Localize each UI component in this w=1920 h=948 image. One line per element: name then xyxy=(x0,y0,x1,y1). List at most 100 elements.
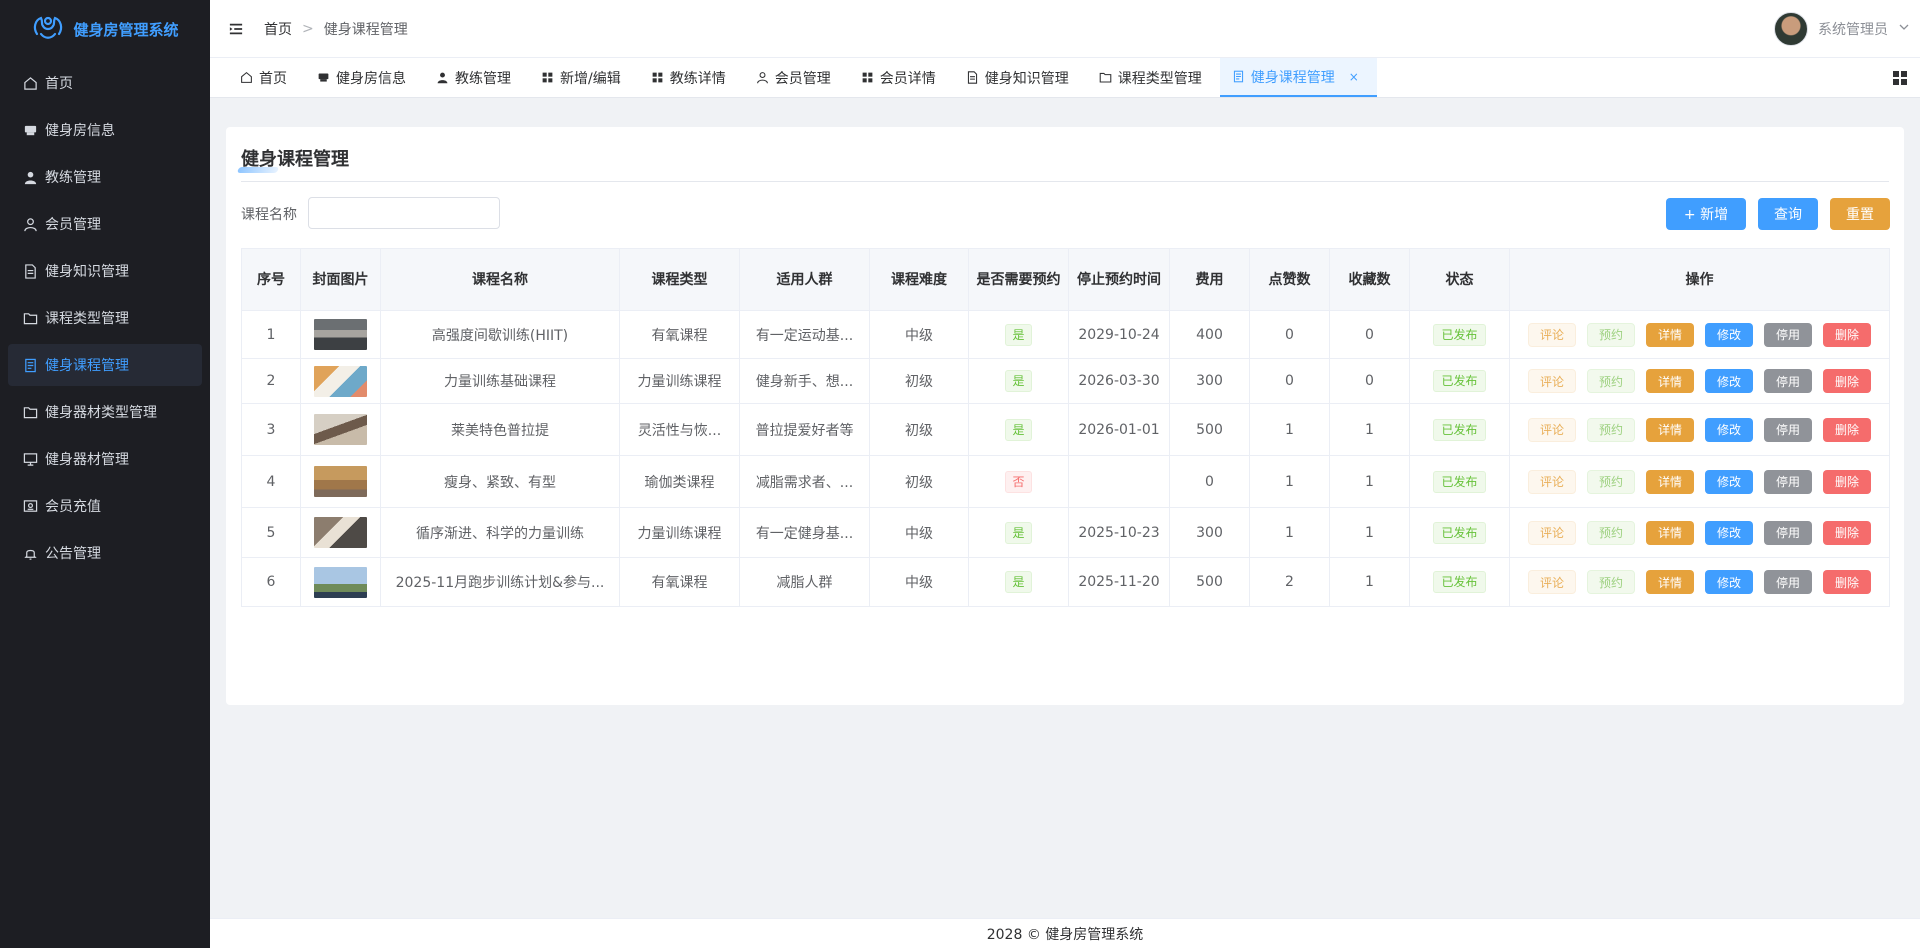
tab-4[interactable]: 教练详情 xyxy=(639,58,744,97)
cover-image[interactable] xyxy=(314,566,367,598)
booking-button[interactable]: 预约 xyxy=(1587,322,1635,347)
sidebar-item-7[interactable]: 健身器材类型管理 xyxy=(8,391,202,433)
query-button[interactable]: 查询 xyxy=(1758,198,1818,230)
comment-button[interactable]: 评论 xyxy=(1528,322,1576,347)
cell-actions: 评论 预约 详情 修改 停用 删除 xyxy=(1509,507,1890,558)
comment-button[interactable]: 评论 xyxy=(1528,570,1576,594)
booking-button[interactable]: 预约 xyxy=(1587,469,1635,494)
column-header: 适用人群 xyxy=(739,248,870,311)
delete-button[interactable]: 删除 xyxy=(1823,520,1871,545)
edit-button[interactable]: 修改 xyxy=(1705,322,1753,347)
table-row[interactable]: 5 循序渐进、科学的力量训练 力量训练课程 有一定健身基... 中级 是 2025-10-2… xyxy=(241,507,1890,558)
sidebar-item-9[interactable]: 会员充值 xyxy=(8,485,202,527)
sidebar-item-6[interactable]: 健身课程管理 xyxy=(8,344,202,386)
disable-button[interactable]: 停用 xyxy=(1764,520,1812,545)
sidebar-item-8[interactable]: 健身器材管理 xyxy=(8,438,202,480)
user-menu[interactable]: 系统管理员 xyxy=(1774,12,1910,46)
disable-button[interactable]: 停用 xyxy=(1764,570,1812,594)
document-icon xyxy=(22,263,38,279)
edit-button[interactable]: 修改 xyxy=(1705,369,1753,393)
tab-1[interactable]: 健身房信息 xyxy=(305,58,424,97)
delete-button[interactable]: 删除 xyxy=(1823,570,1871,594)
table-row[interactable]: 3 莱美特色普拉提 灵活性与恢... 普拉提爱好者等 初级是 2026-01-01 500 1… xyxy=(241,403,1890,456)
tab-5[interactable]: 会员管理 xyxy=(744,58,849,97)
grid-menu-icon[interactable] xyxy=(1892,70,1908,86)
booking-button[interactable]: 预约 xyxy=(1587,417,1635,442)
booking-button[interactable]: 预约 xyxy=(1587,520,1635,545)
tab-label: 首页 xyxy=(259,70,287,87)
delete-button[interactable]: 删除 xyxy=(1823,322,1871,347)
comment-button[interactable]: 评论 xyxy=(1528,520,1576,545)
sidebar-item-10[interactable]: 公告管理 xyxy=(8,532,202,574)
table-row[interactable]: 2 力量训练基础课程 力量训练课程 健身新手、想... 初级 是 2026-03-30 300… xyxy=(241,358,1890,404)
column-header: 课程类型 xyxy=(619,248,740,311)
add-button[interactable]: + 新增 xyxy=(1666,198,1746,230)
course-name-input[interactable] xyxy=(308,197,500,229)
detail-button[interactable]: 详情 xyxy=(1646,322,1694,347)
collapse-menu-icon[interactable] xyxy=(226,19,246,39)
tab-7[interactable]: 健身知识管理 xyxy=(954,58,1087,97)
tab-2[interactable]: 教练管理 xyxy=(424,58,529,97)
cover-image[interactable] xyxy=(314,365,367,397)
edit-button[interactable]: 修改 xyxy=(1705,417,1753,442)
cell-likes: 1 xyxy=(1249,507,1330,558)
cell-deadline: 2026-03-30 xyxy=(1068,358,1170,404)
cover-image[interactable] xyxy=(314,517,367,548)
folder-icon xyxy=(22,404,38,420)
close-icon[interactable]: × xyxy=(1349,70,1359,84)
footer-text: 2028 © 健身房管理系统 xyxy=(986,926,1144,943)
detail-button[interactable]: 详情 xyxy=(1646,570,1694,594)
user-name[interactable]: 系统管理员 xyxy=(1818,19,1888,39)
comment-button[interactable]: 评论 xyxy=(1528,369,1576,393)
tab-8[interactable]: 课程类型管理 xyxy=(1087,58,1220,97)
booking-button[interactable]: 预约 xyxy=(1587,369,1635,393)
sidebar-item-3[interactable]: 会员管理 xyxy=(8,203,202,245)
comment-button[interactable]: 评论 xyxy=(1528,417,1576,442)
comment-button[interactable]: 评论 xyxy=(1528,469,1576,494)
avatar[interactable] xyxy=(1774,12,1808,46)
tab-3[interactable]: 新增/编辑 xyxy=(529,58,639,97)
brand[interactable]: 健身房管理系统 xyxy=(0,0,210,58)
tab-6[interactable]: 会员详情 xyxy=(849,58,954,97)
sidebar-item-1[interactable]: 健身房信息 xyxy=(8,109,202,151)
sidebar-item-label: 健身房信息 xyxy=(45,123,115,139)
cell-cover xyxy=(300,310,381,359)
detail-button[interactable]: 详情 xyxy=(1646,520,1694,545)
tab-9[interactable]: 健身课程管理 × xyxy=(1219,58,1377,97)
detail-button[interactable]: 详情 xyxy=(1646,369,1694,393)
disable-button[interactable]: 停用 xyxy=(1764,369,1812,393)
sidebar-item-4[interactable]: 健身知识管理 xyxy=(8,250,202,292)
cover-image[interactable] xyxy=(314,466,367,497)
bell-icon xyxy=(22,545,38,561)
sidebar-menu: 首页健身房信息教练管理会员管理健身知识管理课程类型管理健身课程管理 健身器材类型管… xyxy=(0,62,210,574)
breadcrumb-home[interactable]: 首页 xyxy=(264,19,292,39)
chevron-down-icon[interactable] xyxy=(1898,21,1910,37)
disable-button[interactable]: 停用 xyxy=(1764,417,1812,442)
delete-button[interactable]: 删除 xyxy=(1823,369,1871,393)
tab-0[interactable]: 首页 xyxy=(228,58,305,97)
sidebar-item-5[interactable]: 课程类型管理 xyxy=(8,297,202,339)
delete-button[interactable]: 删除 xyxy=(1823,469,1871,494)
edit-button[interactable]: 修改 xyxy=(1705,570,1753,594)
cover-image[interactable] xyxy=(314,319,367,350)
detail-button[interactable]: 详情 xyxy=(1646,417,1694,442)
table-row[interactable]: 6 2025-11月跑步训练计划&参与... 有氧课程 减脂人群 中级 是 2025-11-… xyxy=(241,557,1890,607)
booking-button[interactable]: 预约 xyxy=(1587,570,1635,594)
user-icon xyxy=(756,71,769,84)
column-header: 课程名称 xyxy=(380,248,620,311)
cell-fee: 300 xyxy=(1169,507,1250,558)
delete-button[interactable]: 删除 xyxy=(1823,417,1871,442)
sidebar-item-0[interactable]: 首页 xyxy=(8,62,202,104)
disable-button[interactable]: 停用 xyxy=(1764,469,1812,494)
table-row[interactable]: 1 高强度间歇训练(HIIT) 有氧课程 有一定运动基... 中级 是 2029-10-24… xyxy=(241,310,1890,359)
reset-button[interactable]: 重置 xyxy=(1830,198,1890,230)
cover-image[interactable] xyxy=(314,414,367,445)
table-body: 1 高强度间歇训练(HIIT) 有氧课程 有一定运动基... 中级是 2029-10-24… xyxy=(241,310,1890,607)
disable-button[interactable]: 停用 xyxy=(1764,322,1812,347)
edit-button[interactable]: 修改 xyxy=(1705,469,1753,494)
detail-button[interactable]: 详情 xyxy=(1646,469,1694,494)
sidebar-item-2[interactable]: 教练管理 xyxy=(8,156,202,198)
table-row[interactable]: 4 瘦身、紧致、有型 瑜伽类课程 减脂需求者、... 初级否 0 1 1 已发布 评论 预约 详情 修改… xyxy=(241,455,1890,508)
edit-button[interactable]: 修改 xyxy=(1705,520,1753,545)
sidebar-item-label: 课程类型管理 xyxy=(45,311,129,327)
